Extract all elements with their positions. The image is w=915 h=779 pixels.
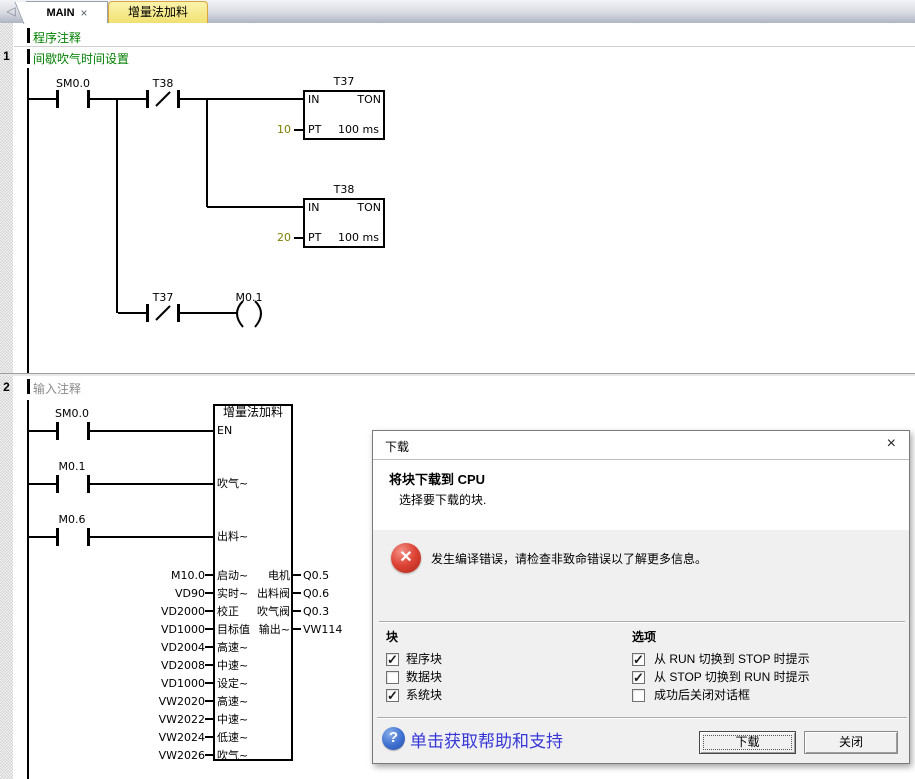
block-input-port: 高速~ <box>217 641 248 654</box>
dialog-title: 下载 <box>385 438 409 455</box>
block-input-port: 吹气~ <box>217 749 248 762</box>
blocks-section-title: 块 <box>386 628 398 645</box>
timer-name[interactable]: T37 <box>303 75 385 88</box>
error-message: 发生编译错误，请检查非致命错误以了解更多信息。 <box>431 550 707 567</box>
plc-editor-window: ◁ MAIN × 增量法加料 程序注释 1 间歇吹气时间设置 2 输入注释 <box>0 0 915 779</box>
block-input-port: 高速~ <box>217 695 248 708</box>
coil-operand[interactable]: M0.1 <box>227 291 271 304</box>
contact-operand[interactable]: M0.1 <box>50 460 94 473</box>
block-output-operand[interactable]: VW114 <box>303 623 342 636</box>
block-input-operand[interactable]: VD1000 <box>123 677 205 690</box>
block-input-operand[interactable]: VD1000 <box>123 623 205 636</box>
timer-preset-value[interactable]: 20 <box>260 231 291 244</box>
block-output-operand[interactable]: Q0.5 <box>303 569 329 582</box>
contact-operand[interactable]: SM0.0 <box>50 407 94 420</box>
checkbox-label[interactable]: 程序块 <box>406 652 442 667</box>
contact-operand[interactable]: SM0.0 <box>51 77 95 90</box>
footer-separator <box>377 717 907 719</box>
checkbox-label[interactable]: 系统块 <box>406 688 442 703</box>
block-input-operand[interactable]: VD2004 <box>123 641 205 654</box>
dialog-close-icon[interactable]: × <box>887 435 896 453</box>
block-output-port: 输出~ <box>250 623 290 636</box>
contact-operand[interactable]: T37 <box>141 291 185 304</box>
block-input-port: 目标值 <box>217 623 250 636</box>
checkbox-label[interactable]: 数据块 <box>406 670 442 685</box>
block-input-port: 低速~ <box>217 731 248 744</box>
dialog-subheading: 选择要下载的块. <box>399 491 486 508</box>
block-input-operand[interactable]: VW2022 <box>123 713 205 726</box>
block-input-port: 设定~ <box>217 677 248 690</box>
block-input-port: 中速~ <box>217 713 248 726</box>
checkbox-close-on-success[interactable] <box>632 689 645 702</box>
checkbox-system-block[interactable] <box>386 689 399 702</box>
timer-pt-port: PT <box>308 231 321 244</box>
checkbox-data-block[interactable] <box>386 671 399 684</box>
contact-operand[interactable]: T38 <box>141 77 185 90</box>
contact-operand[interactable]: M0.6 <box>50 513 94 526</box>
dialog-heading: 将块下载到 CPU <box>389 469 485 488</box>
block-input-operand[interactable]: VD90 <box>123 587 205 600</box>
download-dialog: 下载 × 将块下载到 CPU 选择要下载的块. 发生编译错误，请检查非致命错误以… <box>372 430 910 764</box>
timer-in-port: IN <box>308 93 319 106</box>
options-section-title: 选项 <box>632 628 656 645</box>
block-input-operand[interactable]: VW2020 <box>123 695 205 708</box>
timer-name[interactable]: T38 <box>303 183 385 196</box>
timer-type: TON <box>341 201 381 214</box>
block-input-port: 中速~ <box>217 659 248 672</box>
checkbox-program-block[interactable] <box>386 653 399 666</box>
block-input-operand[interactable]: VD2008 <box>123 659 205 672</box>
download-button[interactable]: 下载 <box>699 731 796 754</box>
block-input-port: 出料~ <box>217 530 248 543</box>
checkbox-label[interactable]: 从 STOP 切换到 RUN 时提示 <box>654 670 810 685</box>
block-output-port: 电机 <box>250 569 290 582</box>
checkbox-label[interactable]: 成功后关闭对话框 <box>654 688 750 703</box>
block-input-port: 启动~ <box>217 569 248 582</box>
block-input-port: 校正 <box>217 605 239 618</box>
timer-type: TON <box>341 93 381 106</box>
timer-preset-value[interactable]: 10 <box>260 123 291 136</box>
timer-in-port: IN <box>308 201 319 214</box>
block-input-operand[interactable]: VD2000 <box>123 605 205 618</box>
block-output-operand[interactable]: Q0.6 <box>303 587 329 600</box>
error-icon <box>391 543 421 573</box>
help-icon[interactable] <box>382 727 405 750</box>
block-output-port: 吹气阀 <box>250 605 290 618</box>
checkbox-label[interactable]: 从 RUN 切换到 STOP 时提示 <box>654 652 810 667</box>
timer-time-base: 100 ms <box>326 231 379 244</box>
block-input-operand[interactable]: M10.0 <box>123 569 205 582</box>
block-output-operand[interactable]: Q0.3 <box>303 605 329 618</box>
help-link[interactable]: 单击获取帮助和支持 <box>410 727 563 752</box>
function-block-title: 增量法加料 <box>215 406 291 419</box>
dialog-titlebar[interactable]: 下载 × <box>373 431 909 460</box>
block-en-port: EN <box>217 424 232 437</box>
block-input-operand[interactable]: VW2026 <box>123 749 205 762</box>
block-input-port: 吹气~ <box>217 477 248 490</box>
block-input-operand[interactable]: VW2024 <box>123 731 205 744</box>
timer-time-base: 100 ms <box>326 123 379 136</box>
block-output-port: 出料阀 <box>250 587 290 600</box>
checkbox-prompt-run-to-stop[interactable] <box>632 653 645 666</box>
dialog-header: 将块下载到 CPU 选择要下载的块. <box>373 460 909 530</box>
section-separator <box>379 621 905 623</box>
checkbox-prompt-stop-to-run[interactable] <box>632 671 645 684</box>
timer-pt-port: PT <box>308 123 321 136</box>
block-input-port: 实时~ <box>217 587 248 600</box>
close-button[interactable]: 关闭 <box>804 731 898 754</box>
